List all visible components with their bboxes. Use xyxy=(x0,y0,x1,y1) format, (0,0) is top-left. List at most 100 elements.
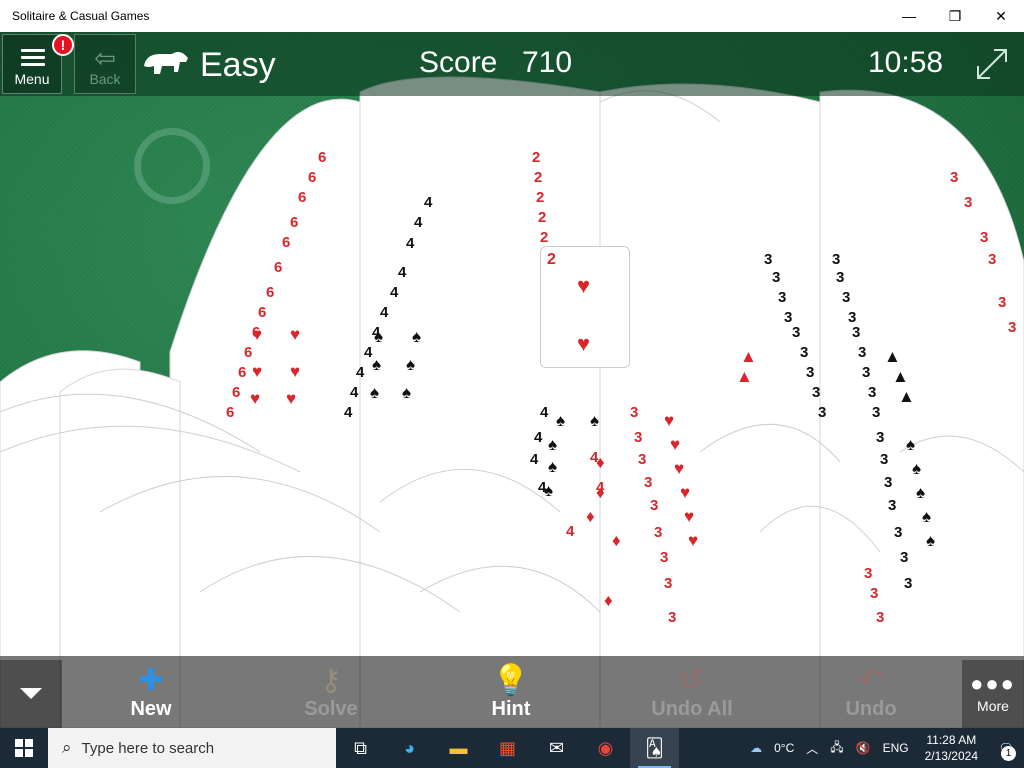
store-icon[interactable]: ▦ xyxy=(483,728,532,768)
svg-text:4: 4 xyxy=(534,429,543,446)
edge-icon[interactable]: ◕ xyxy=(385,728,434,768)
undo-all-button[interactable]: ↺ Undo All xyxy=(644,664,740,724)
svg-text:3: 3 xyxy=(792,324,800,341)
svg-text:4: 4 xyxy=(566,523,575,540)
svg-text:♥: ♥ xyxy=(684,507,694,526)
undo-all-icon: ↺ xyxy=(679,664,705,697)
mail-icon[interactable]: ✉ xyxy=(532,728,581,768)
svg-text:4: 4 xyxy=(380,304,389,321)
svg-text:6: 6 xyxy=(238,364,246,381)
svg-text:4: 4 xyxy=(350,384,359,401)
svg-text:6: 6 xyxy=(290,214,298,231)
svg-text:3: 3 xyxy=(764,251,772,268)
svg-text:6: 6 xyxy=(298,189,306,206)
start-button[interactable] xyxy=(0,728,48,768)
undo-button[interactable]: ↶ Undo xyxy=(836,664,906,724)
svg-text:♠: ♠ xyxy=(402,383,411,402)
svg-text:♥: ♥ xyxy=(290,362,300,381)
svg-text:▲: ▲ xyxy=(884,347,901,366)
svg-text:▲: ▲ xyxy=(736,367,753,386)
svg-text:♠: ♠ xyxy=(406,355,415,374)
svg-text:3: 3 xyxy=(864,565,872,582)
plus-icon: ✚ xyxy=(138,664,164,697)
svg-text:4: 4 xyxy=(398,264,407,281)
system-clock[interactable]: 11:28 AM 2/13/2024 xyxy=(915,732,988,764)
svg-text:3: 3 xyxy=(668,609,676,626)
svg-text:4: 4 xyxy=(424,194,433,211)
task-view-icon[interactable]: ⧉ xyxy=(336,728,385,768)
svg-text:3: 3 xyxy=(876,609,884,626)
svg-text:3: 3 xyxy=(638,451,646,468)
more-button[interactable]: ●●● More xyxy=(962,660,1024,728)
menu-label: Menu xyxy=(14,71,50,87)
svg-text:6: 6 xyxy=(318,149,326,166)
hint-button[interactable]: 💡 Hint xyxy=(476,664,546,724)
chevron-up-icon[interactable]: ︿ xyxy=(800,740,824,757)
window-titlebar: Solitaire & Casual Games — ❐ ✕ xyxy=(0,0,1024,32)
svg-text:♠: ♠ xyxy=(926,531,935,550)
svg-text:3: 3 xyxy=(630,404,638,421)
svg-text:4: 4 xyxy=(390,284,399,301)
key-icon: ⚷ xyxy=(320,664,342,697)
close-button[interactable]: ✕ xyxy=(978,0,1024,32)
weather-temp[interactable]: 0°C xyxy=(768,741,800,755)
game-timer: 10:58 xyxy=(868,46,944,79)
svg-text:3: 3 xyxy=(950,169,958,186)
network-icon[interactable]: 🖧 xyxy=(824,738,849,759)
more-label: More xyxy=(977,698,1009,714)
svg-text:♥: ♥ xyxy=(670,435,680,454)
svg-text:3: 3 xyxy=(858,344,866,361)
svg-text:3: 3 xyxy=(812,384,820,401)
svg-text:♥: ♥ xyxy=(252,362,262,381)
svg-text:♠: ♠ xyxy=(372,355,381,374)
svg-text:4: 4 xyxy=(406,235,415,252)
svg-text:3: 3 xyxy=(862,364,870,381)
game-area[interactable]: 666 666 666 666 6 222 222 2 333 333 333 … xyxy=(0,32,1024,728)
alert-badge: ! xyxy=(52,34,74,56)
svg-text:3: 3 xyxy=(876,429,884,446)
svg-text:♠: ♠ xyxy=(916,483,925,502)
svg-text:6: 6 xyxy=(244,344,252,361)
file-explorer-icon[interactable]: ▬ xyxy=(434,728,483,768)
svg-text:6: 6 xyxy=(308,169,316,186)
back-button[interactable]: ⇦ Back xyxy=(74,34,136,94)
difficulty-label: Easy xyxy=(200,46,276,84)
volume-muted-icon[interactable]: 🔇 xyxy=(850,741,877,755)
svg-text:3: 3 xyxy=(872,404,880,421)
solitaire-icon[interactable]: 🂡 xyxy=(630,728,679,768)
windows-logo-icon xyxy=(15,739,33,757)
maximize-button[interactable]: ❐ xyxy=(932,0,978,32)
toolbar-expand-button[interactable] xyxy=(0,660,62,728)
svg-text:♠: ♠ xyxy=(412,327,421,346)
heart-icon: ♥ xyxy=(577,273,591,298)
svg-text:3: 3 xyxy=(832,251,840,268)
hamburger-icon xyxy=(21,49,45,70)
back-label: Back xyxy=(89,71,121,87)
chrome-icon[interactable]: ◉ xyxy=(581,728,630,768)
card-trail xyxy=(819,89,1024,728)
svg-text:3: 3 xyxy=(884,474,892,491)
svg-text:2: 2 xyxy=(534,169,542,186)
weather-icon[interactable]: ☁ xyxy=(744,741,768,755)
minimize-button[interactable]: — xyxy=(886,0,932,32)
solve-button[interactable]: ⚷ Solve xyxy=(296,664,366,724)
svg-text:3: 3 xyxy=(900,549,908,566)
svg-text:4: 4 xyxy=(414,214,423,231)
svg-text:3: 3 xyxy=(836,269,844,286)
taskbar-search[interactable]: ⌕ Type here to search xyxy=(48,728,336,768)
undo-all-label: Undo All xyxy=(651,698,733,720)
new-game-button[interactable]: ✚ New xyxy=(116,664,186,724)
undo-label: Undo xyxy=(845,698,897,720)
svg-text:3: 3 xyxy=(888,497,896,514)
svg-text:3: 3 xyxy=(980,229,988,246)
lightbulb-icon: 💡 xyxy=(492,664,530,697)
svg-text:3: 3 xyxy=(800,344,808,361)
svg-text:6: 6 xyxy=(274,259,282,276)
card-trails: 666 666 666 666 6 222 222 2 333 333 333 … xyxy=(0,76,1024,728)
svg-text:3: 3 xyxy=(806,364,814,381)
notification-button[interactable]: 🗨 1 xyxy=(988,728,1024,768)
input-language[interactable]: ENG xyxy=(877,741,915,755)
system-tray: ☁ 0°C ︿ 🖧 🔇 ENG 11:28 AM 2/13/2024 🗨 1 xyxy=(744,728,1024,768)
svg-text:2: 2 xyxy=(532,149,540,166)
fullscreen-button[interactable] xyxy=(974,46,1010,82)
